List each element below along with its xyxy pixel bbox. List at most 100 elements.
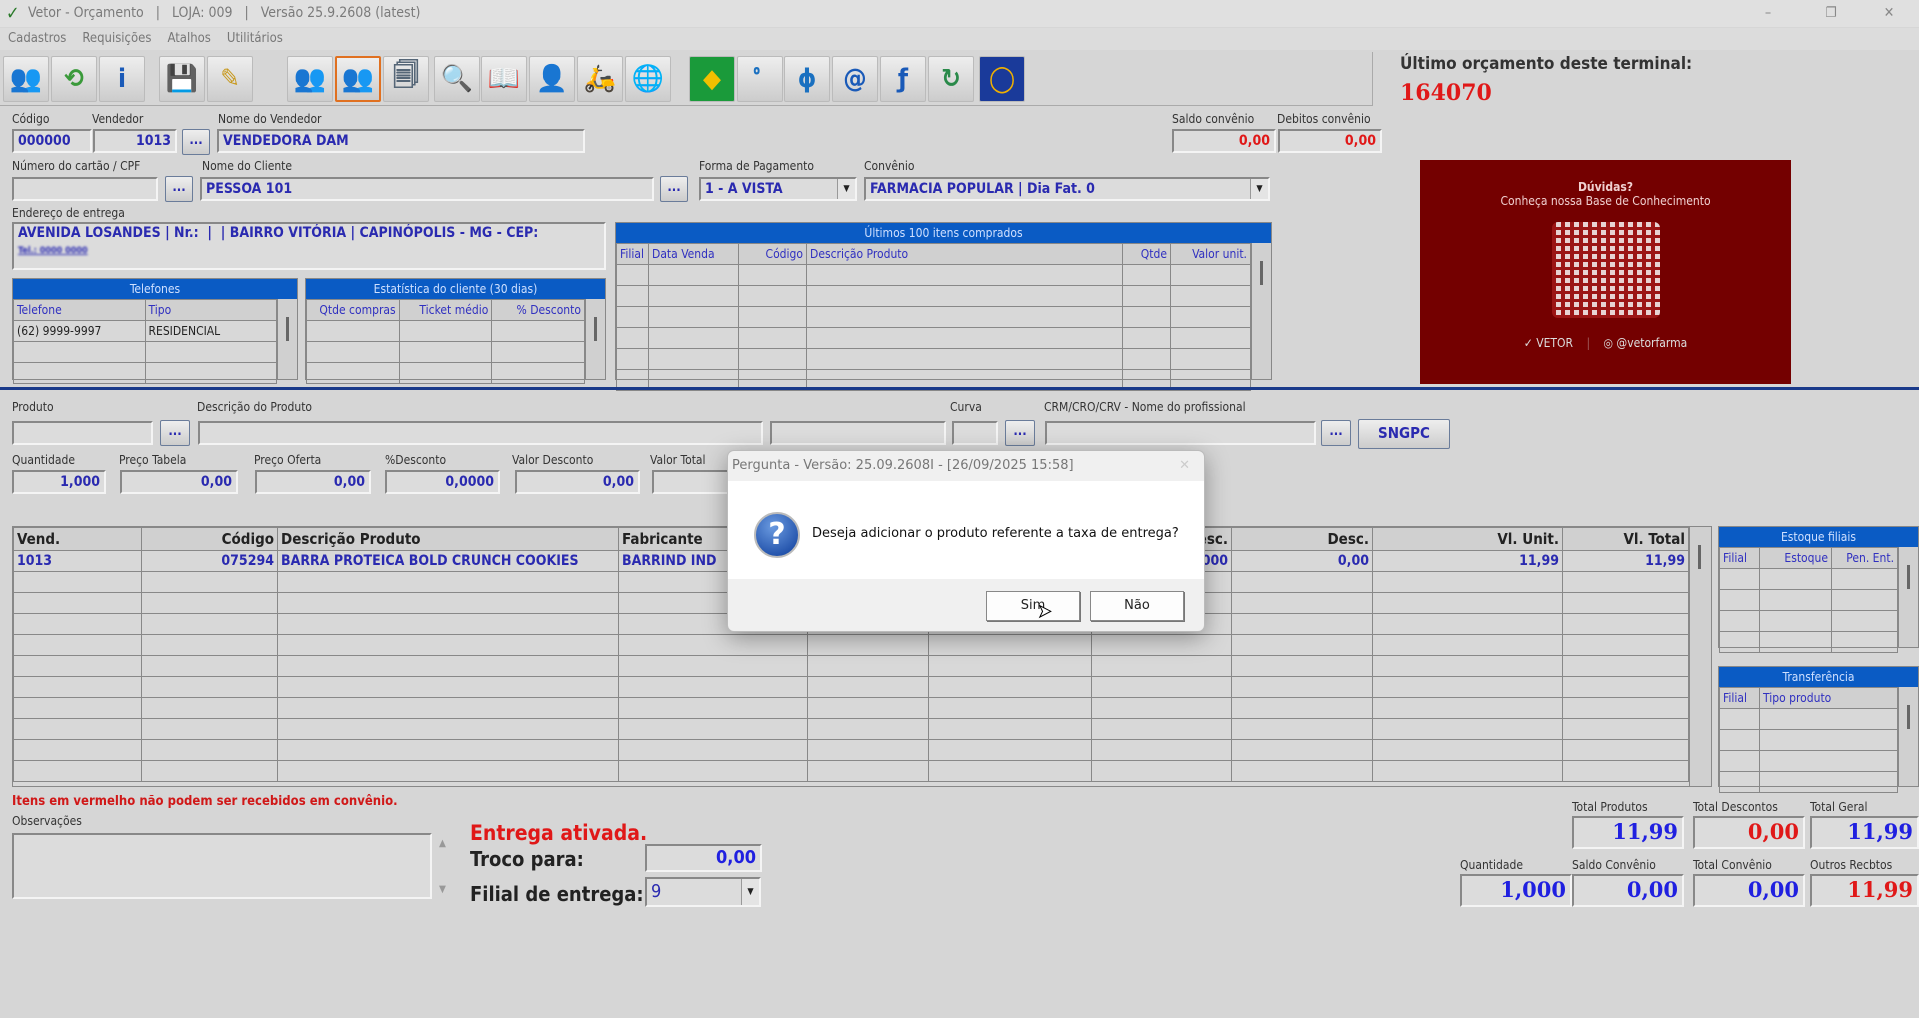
preco-oferta-field[interactable]: 0,00: [255, 470, 371, 494]
perc-desconto-field[interactable]: 0,0000: [385, 470, 500, 494]
quantidade-label: Quantidade: [12, 453, 75, 467]
no-button[interactable]: Não: [1090, 591, 1184, 621]
scrollbar[interactable]: [1898, 687, 1918, 786]
total-geral-label: Total Geral: [1810, 800, 1868, 814]
spiral-icon[interactable]: @: [832, 56, 878, 102]
item-cell: 11,99: [1562, 550, 1689, 572]
valor-desconto-label: Valor Desconto: [512, 453, 594, 467]
scrollbar[interactable]: [1689, 527, 1711, 786]
item-cell: 11,99: [1372, 550, 1563, 572]
dna-icon[interactable]: ϕ: [784, 56, 830, 102]
forma-pagamento-select[interactable]: 1 - A VISTA ▼: [699, 177, 857, 201]
col-9[interactable]: Vl. Unit.: [1372, 527, 1563, 551]
sngpc-button[interactable]: SNGPC: [1358, 419, 1450, 449]
col-filial: Filial: [1719, 547, 1760, 569]
curva-lookup-button[interactable]: ...: [1005, 420, 1035, 446]
menu-atalhos[interactable]: Atalhos: [159, 28, 218, 46]
yes-button[interactable]: Sim: [986, 591, 1080, 621]
lf-logo-icon[interactable]: ƒ: [880, 56, 926, 102]
col-1[interactable]: Vend.: [13, 527, 142, 551]
circle-icon[interactable]: ◯: [979, 56, 1025, 102]
table-row[interactable]: [13, 697, 1689, 719]
nome-cliente-field[interactable]: PESSOA 101: [200, 177, 654, 201]
cartao-lookup-button[interactable]: ...: [165, 176, 193, 202]
question-icon: ?: [754, 512, 800, 558]
codigo-field[interactable]: 000000: [12, 129, 92, 153]
book-icon[interactable]: 📖: [481, 56, 527, 102]
valor-desconto-field[interactable]: 0,00: [515, 470, 640, 494]
scrollbar[interactable]: [1898, 547, 1918, 647]
clients-icon[interactable]: 👥: [287, 56, 333, 102]
col-3[interactable]: Descrição Produto: [277, 527, 619, 551]
curva-field[interactable]: [952, 421, 998, 445]
cartao-label: Número do cartão / CPF: [12, 159, 141, 173]
search-icon[interactable]: 🔍: [434, 56, 480, 102]
web-shop-icon[interactable]: 🌐: [625, 56, 671, 102]
table-row[interactable]: [13, 739, 1689, 761]
window-title: Vetor - Orçamento | LOJA: 009 | Versão 2…: [28, 5, 421, 21]
descricao-produto-field[interactable]: [198, 421, 763, 445]
brazil-flag-icon[interactable]: ◆: [689, 56, 735, 102]
col-qtde: Qtde: [1122, 243, 1171, 265]
dialog-close-button[interactable]: ✕: [1179, 451, 1190, 481]
info-icon[interactable]: i: [99, 56, 145, 102]
save-icon[interactable]: 💾: [159, 56, 205, 102]
knowledge-base-banner[interactable]: Dúvidas? Conheça nossa Base de Conhecime…: [1420, 160, 1791, 384]
refresh-icon[interactable]: ↻: [928, 56, 974, 102]
endereco-field[interactable]: AVENIDA LOSANDES | Nr.: | | BAIRRO VITÓR…: [12, 222, 606, 270]
dialog-body: ? Deseja adicionar o produto referente a…: [728, 481, 1204, 579]
produto-extra-field[interactable]: [770, 421, 946, 445]
table-row[interactable]: [13, 634, 1689, 656]
table-row[interactable]: [13, 718, 1689, 740]
col-ticket-medio: Ticket médio: [398, 299, 493, 321]
filial-entrega-select[interactable]: 9 ▼: [645, 877, 761, 907]
troco-field[interactable]: 0,00: [645, 844, 762, 872]
edit-pencil-icon[interactable]: ✎: [207, 56, 253, 102]
maximize-button[interactable]: ❐: [1808, 0, 1854, 27]
documents-icon[interactable]: 🗐: [383, 56, 429, 102]
total-produtos-label: Total Produtos: [1572, 800, 1648, 814]
sync-icon[interactable]: ⟲: [51, 56, 97, 102]
col-8[interactable]: Desc.: [1231, 527, 1373, 551]
estatistica-title: Estatística do cliente (30 dias): [306, 279, 605, 299]
curva-label: Curva: [950, 400, 982, 414]
vendedor-field[interactable]: 1013: [93, 129, 177, 153]
nome-cliente-label: Nome do Cliente: [202, 159, 293, 173]
table-row[interactable]: (62) 9999-9997 RESIDENCIAL: [13, 320, 277, 342]
produto-field[interactable]: [12, 421, 153, 445]
scrollbar[interactable]: [585, 299, 605, 379]
crm-field[interactable]: [1045, 421, 1316, 445]
menu-requisicoes[interactable]: Requisições: [74, 28, 159, 46]
banner-subtitle: Conheça nossa Base de Conhecimento: [1500, 194, 1711, 208]
col-2[interactable]: Código: [141, 527, 278, 551]
person-accessibility-icon[interactable]: ﾟ: [737, 56, 783, 102]
minimize-button[interactable]: –: [1745, 0, 1791, 27]
add-client-icon[interactable]: 👥: [3, 56, 49, 102]
scroll-up-icon[interactable]: ▲: [439, 838, 446, 849]
crm-lookup-button[interactable]: ...: [1321, 420, 1351, 446]
scroll-down-icon[interactable]: ▼: [439, 884, 446, 895]
scrollbar[interactable]: [277, 299, 297, 379]
menu-utilitarios[interactable]: Utilitários: [219, 28, 291, 46]
observacoes-textarea[interactable]: [12, 833, 432, 899]
table-row[interactable]: [13, 676, 1689, 698]
vendedor-lookup-button[interactable]: ...: [182, 129, 210, 155]
cartao-field[interactable]: [12, 177, 158, 201]
table-row[interactable]: [13, 655, 1689, 677]
delivery-motorbike-icon[interactable]: 🛵: [577, 56, 623, 102]
produto-lookup-button[interactable]: ...: [160, 420, 190, 446]
close-button[interactable]: ✕: [1866, 0, 1912, 27]
cliente-lookup-button[interactable]: ...: [660, 176, 688, 202]
quantidade-field[interactable]: 1,000: [12, 470, 106, 494]
menu-cadastros[interactable]: Cadastros: [0, 28, 74, 46]
preco-tabela-field[interactable]: 0,00: [120, 470, 238, 494]
user-icon[interactable]: 👤: [529, 56, 575, 102]
nome-vendedor-field[interactable]: VENDEDORA DAM: [217, 129, 585, 153]
client-card-icon[interactable]: 👥: [335, 56, 381, 102]
table-row[interactable]: [13, 760, 1689, 782]
col-data-venda: Data Venda: [648, 243, 739, 265]
chevron-down-icon: ▼: [741, 879, 759, 905]
scrollbar[interactable]: [1251, 243, 1271, 379]
convenio-select[interactable]: FARMACIA POPULAR | Dia Fat. 0 ▼: [864, 177, 1270, 201]
col-10[interactable]: Vl. Total: [1562, 527, 1689, 551]
